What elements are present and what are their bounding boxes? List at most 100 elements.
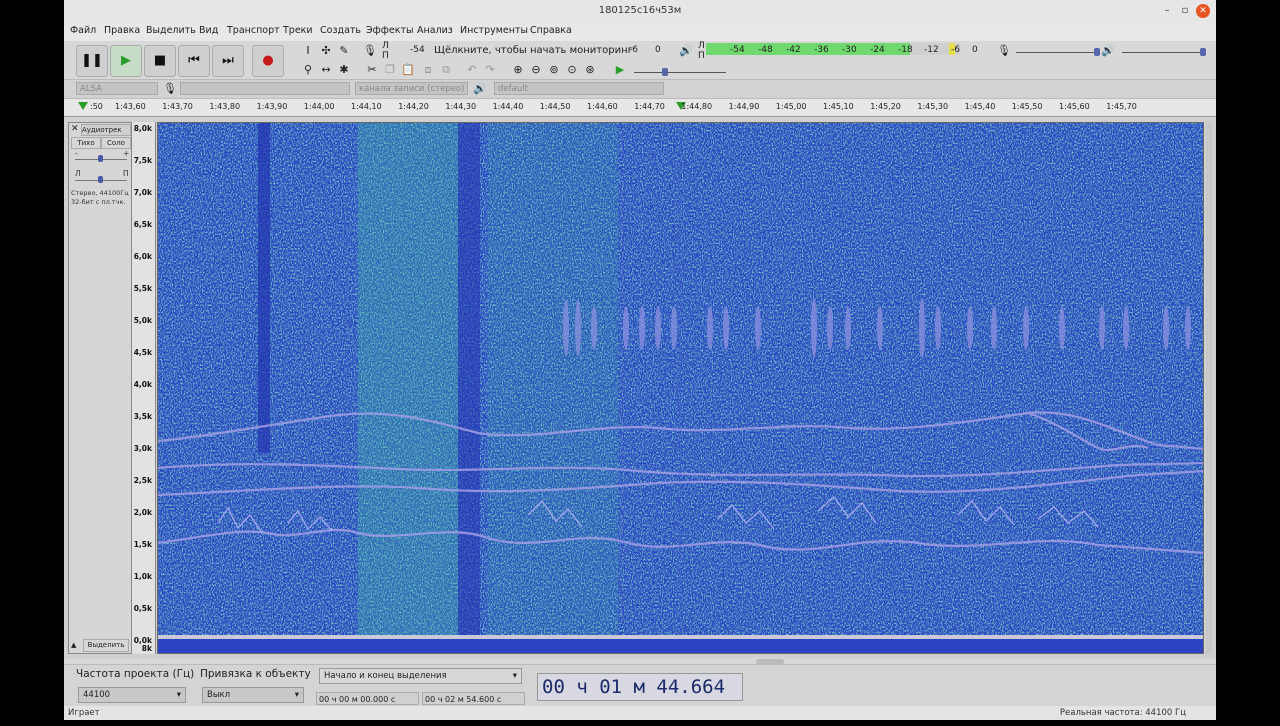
input-device-select[interactable]	[180, 82, 350, 95]
input-channels-select[interactable]: канала записи (стерео)	[355, 82, 468, 95]
project-rate-select[interactable]: 44100 ▾	[78, 687, 186, 703]
play-speed-thumb[interactable]	[662, 68, 668, 76]
skip-start-button[interactable]: ⏮	[178, 45, 210, 77]
trim-icon[interactable]: ⧈	[420, 62, 436, 78]
output-device-select[interactable]: default	[494, 82, 664, 95]
undo-icon[interactable]: ↶	[464, 62, 480, 78]
play-scale-5: -24	[870, 45, 885, 55]
second-channel-strip	[158, 639, 1203, 653]
zoom-in-icon[interactable]: ⊕	[510, 62, 526, 78]
selection-mode-select[interactable]: Начало и конец выделения ▾	[319, 668, 522, 684]
menu-help[interactable]: Справка	[530, 25, 572, 36]
frequency-label: 8,0k	[133, 124, 152, 133]
menu-edit[interactable]: Правка	[104, 25, 140, 36]
record-scale-0: 0	[655, 45, 661, 55]
timeline-ruler[interactable]: :50 1:43,60 1:43,70 1:43,80 1:43,90 1:44,00 1:…	[64, 99, 1216, 117]
skip-end-button[interactable]: ⏭	[212, 45, 244, 77]
play-speed-slider[interactable]	[634, 72, 726, 73]
copy-icon[interactable]: ❐	[382, 62, 398, 78]
ruler-tick-label: 1:45,20	[870, 102, 901, 111]
fit-selection-icon[interactable]: ⊚	[546, 62, 562, 78]
selection-tool-icon[interactable]: I	[300, 43, 316, 59]
audio-host-select[interactable]: ALSA	[76, 82, 158, 95]
speaker-icon[interactable]: 🔊	[678, 43, 694, 59]
spectrogram-view[interactable]	[157, 122, 1204, 654]
play-volume-thumb[interactable]	[1200, 48, 1206, 56]
snap-to-select[interactable]: Выкл ▾	[202, 687, 304, 703]
zoom-toggle-icon[interactable]: ⊛	[582, 62, 598, 78]
menu-generate[interactable]: Создать	[320, 25, 361, 36]
frequency-label: 7,0k	[133, 188, 152, 197]
mic-icon[interactable]: 🎙	[362, 43, 378, 59]
record-volume-slider[interactable]	[1016, 52, 1098, 53]
redo-icon[interactable]: ↷	[482, 62, 498, 78]
menu-file[interactable]: Файл	[70, 25, 96, 36]
paste-icon[interactable]: 📋	[400, 62, 416, 78]
ruler-tick-label: 1:44,30	[445, 102, 477, 111]
play-volume-slider[interactable]	[1122, 52, 1204, 53]
pan-left-label: Л	[75, 169, 81, 178]
pause-button[interactable]: ❚❚	[76, 45, 108, 77]
frequency-label: 1,0k	[133, 572, 152, 581]
menu-transport[interactable]: Транспорт	[227, 25, 280, 36]
chevron-down-icon: ▾	[176, 690, 181, 700]
frequency-label: 6,0k	[133, 252, 152, 261]
stop-button[interactable]: ■	[144, 45, 176, 77]
minimize-icon[interactable]: –	[1160, 4, 1174, 18]
ruler-tick-label: 1:44,50	[539, 102, 571, 111]
select-track-button[interactable]: Выделить	[83, 639, 129, 652]
record-button[interactable]: ●	[252, 45, 284, 77]
ruler-tick-label: 1:43,60	[115, 102, 146, 111]
menu-tools[interactable]: Инструменты	[460, 25, 528, 36]
play-at-speed-icon[interactable]: ▶	[612, 62, 628, 78]
maximize-icon[interactable]: ▫	[1178, 4, 1192, 18]
play-button[interactable]: ▶	[110, 45, 142, 77]
frequency-label: 2,5k	[133, 476, 152, 485]
record-monitor-prompt[interactable]: Щёлкните, чтобы начать мониторинг	[434, 45, 633, 56]
gain-thumb[interactable]	[98, 155, 103, 162]
record-scale-54: -54	[410, 45, 425, 55]
pan-thumb[interactable]	[98, 176, 103, 183]
draw-tool-icon[interactable]: ✎	[336, 43, 352, 59]
output-device-speaker-icon: 🔊	[473, 82, 487, 95]
zoom-out-icon[interactable]: ⊖	[528, 62, 544, 78]
selection-start-time[interactable]: 00 ч 00 м 00.000 с	[316, 692, 419, 705]
menu-tracks[interactable]: Треки	[283, 25, 313, 36]
close-icon[interactable]: ✕	[1196, 4, 1210, 18]
ruler-tick-label: 1:44,60	[587, 102, 618, 111]
multi-tool-icon[interactable]: ✱	[336, 62, 352, 78]
audio-position-display[interactable]: 00 ч 01 м 44.664 с	[537, 673, 743, 724]
fit-project-icon[interactable]: ⊙	[564, 62, 580, 78]
menu-select[interactable]: Выделить	[146, 25, 196, 36]
frequency-label: 3,0k	[133, 444, 152, 453]
envelope-tool-icon[interactable]: ✣	[318, 43, 334, 59]
track-name-menu[interactable]: Аудиотрек	[81, 124, 131, 136]
timeshift-tool-icon[interactable]: ↔	[318, 62, 334, 78]
track-close-icon[interactable]: ✕	[71, 125, 79, 134]
vertical-scrollbar[interactable]	[1206, 122, 1212, 654]
ruler-tick-label: 1:45,70	[1106, 102, 1137, 111]
title-bar: 180125c16ч53м – ▫ ✕	[64, 0, 1216, 22]
zoom-tool-icon[interactable]: ⚲	[300, 62, 316, 78]
play-region-start-icon[interactable]	[78, 102, 88, 110]
menu-view[interactable]: Вид	[199, 25, 218, 36]
cut-icon[interactable]: ✂	[364, 62, 380, 78]
pan-right-label: П	[123, 169, 129, 178]
solo-button[interactable]: Соло	[101, 137, 131, 149]
play-scale-9: 0	[972, 45, 978, 55]
output-device-value: default	[498, 84, 528, 94]
menu-analyze[interactable]: Анализ	[417, 25, 453, 36]
gain-minus-label: -	[75, 149, 78, 158]
collapse-track-icon[interactable]: ▲	[71, 641, 79, 649]
play-scale-1: -48	[758, 45, 773, 55]
menu-effects[interactable]: Эффекты	[366, 25, 414, 36]
solo-label: Соло	[107, 139, 125, 147]
ruler-tick-label: 1:45,00	[775, 102, 807, 111]
play-meter-right-label: П	[698, 51, 705, 61]
selection-end-time[interactable]: 00 ч 02 м 54.600 с	[422, 692, 525, 705]
track-area: ✕ Аудиотрек Тихо Соло - + Л П Стерео, 44…	[64, 118, 1216, 658]
track-control-panel: ✕ Аудиотрек Тихо Соло - + Л П Стерео, 44…	[68, 122, 132, 654]
silence-icon[interactable]: ⧉	[438, 62, 454, 78]
play-scale-8: -6	[951, 45, 960, 55]
mute-button[interactable]: Тихо	[71, 137, 101, 149]
